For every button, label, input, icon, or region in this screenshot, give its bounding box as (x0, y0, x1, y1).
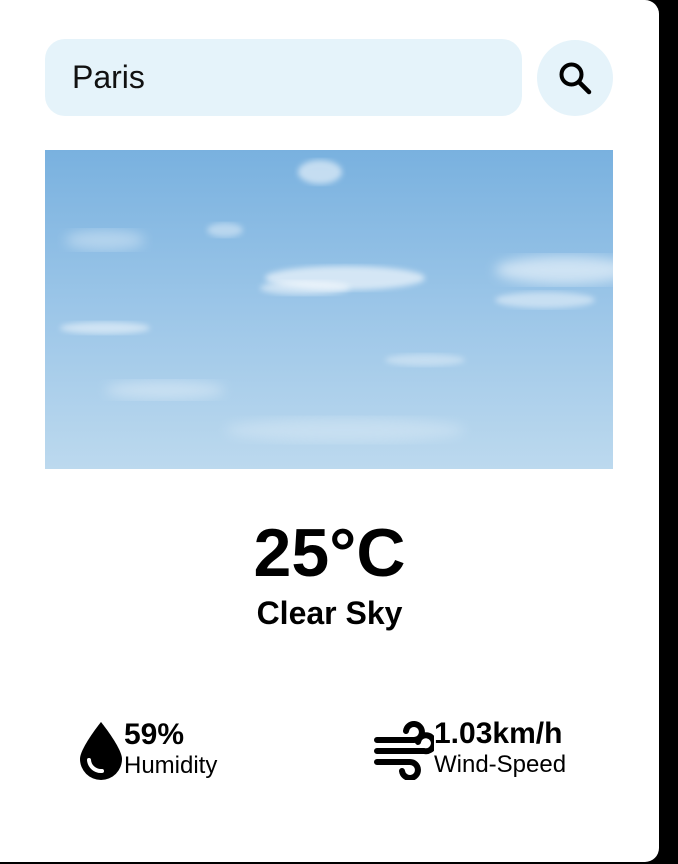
water-drop-icon (80, 721, 122, 780)
humidity-value: 59% (124, 718, 185, 751)
temperature: 25°C (253, 515, 406, 591)
wind-value: 1.03km/h (434, 717, 563, 750)
weather-card: 25°C Clear Sky 59% Humidity 1.03km/h Win… (0, 0, 659, 862)
wind-icon (374, 720, 434, 780)
humidity-stat: 59% Humidity (78, 718, 217, 781)
search-field[interactable] (45, 39, 522, 116)
wind-stat: 1.03km/h Wind-Speed (374, 717, 566, 780)
search-button[interactable] (537, 40, 613, 116)
humidity-label: Humidity (124, 752, 218, 779)
wind-label: Wind-Speed (434, 751, 567, 778)
search-input[interactable] (72, 59, 502, 96)
weather-description: Clear Sky (256, 595, 403, 631)
weather-image (45, 150, 613, 469)
search-icon (559, 62, 592, 95)
